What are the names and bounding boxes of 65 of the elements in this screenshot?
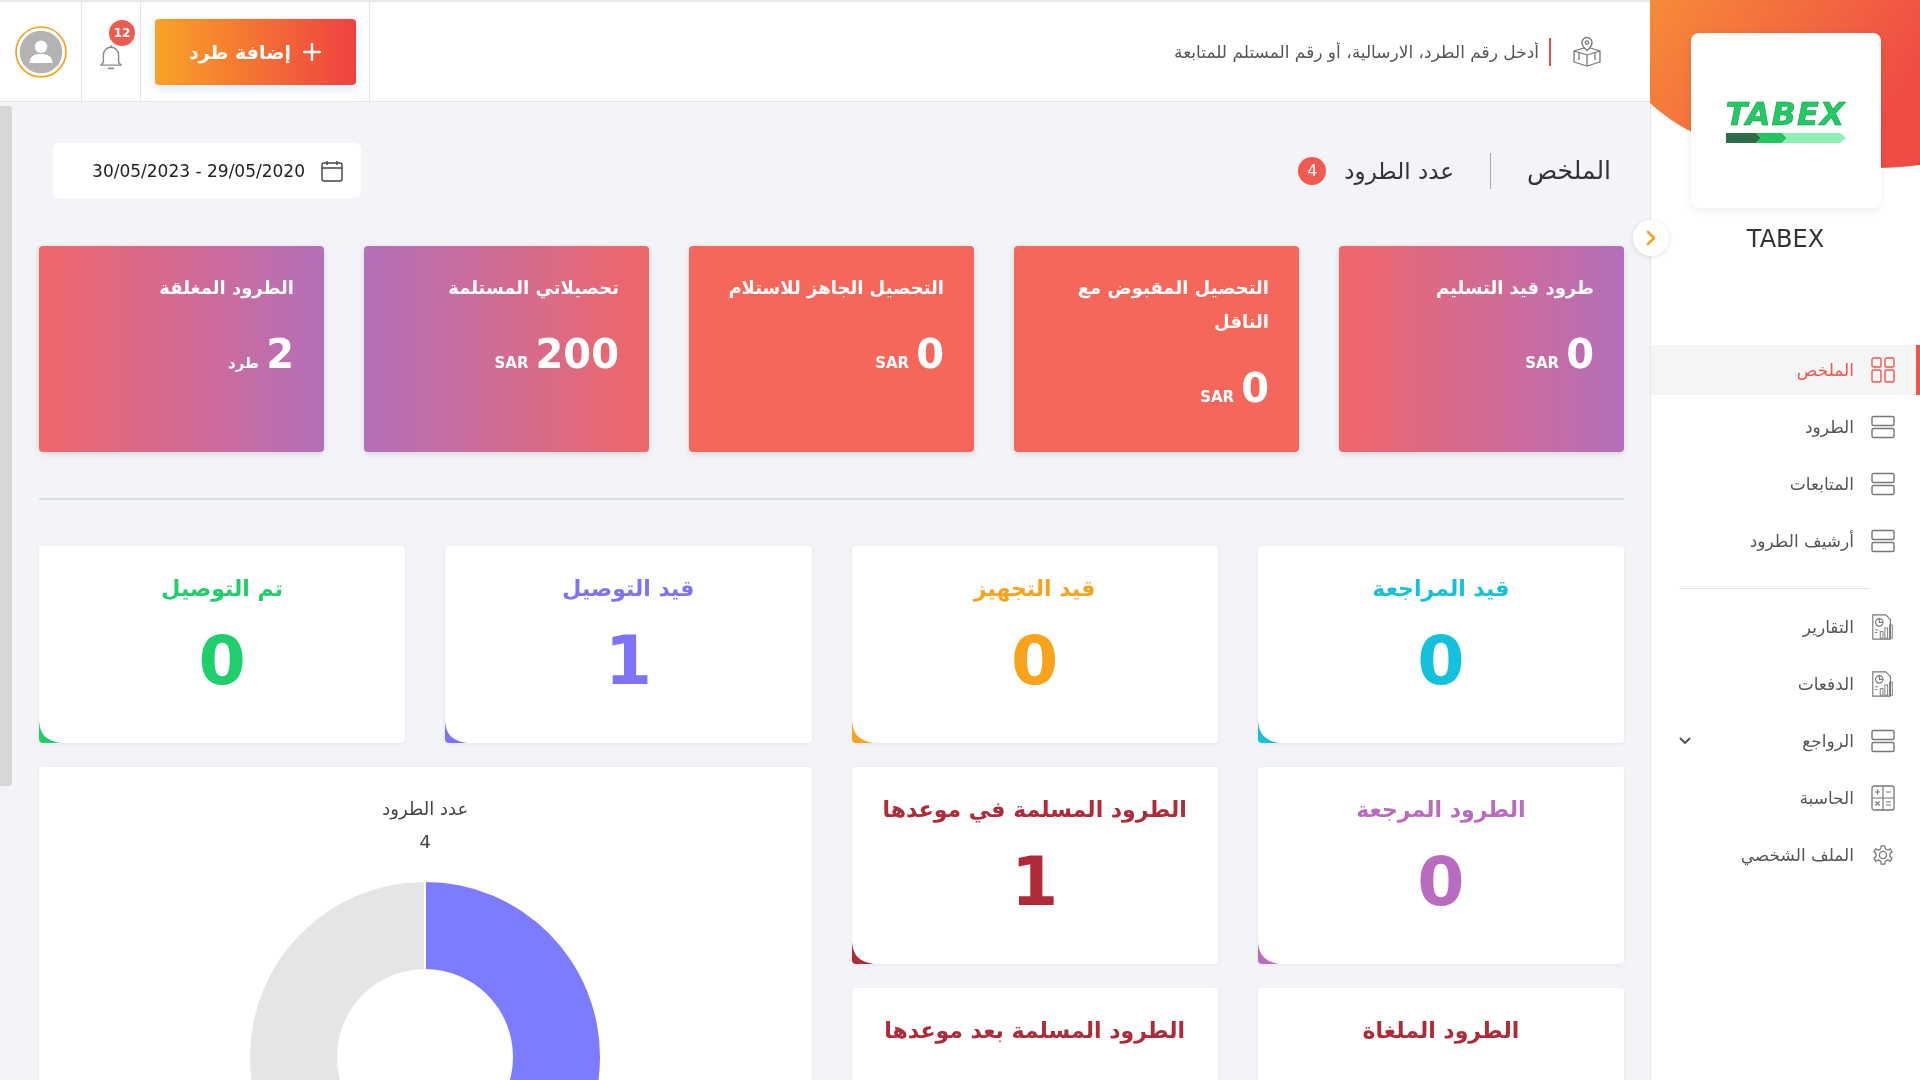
summary-card-title: الطرود المغلقة — [158, 276, 294, 301]
corner-accent-icon — [1257, 942, 1280, 964]
company-name: TABEX — [1745, 224, 1826, 254]
status-card-title: الطرود المسلمة في موعدها — [881, 797, 1188, 823]
sidebar-item[interactable]: الدفعات — [1651, 659, 1920, 709]
status-card-value: 0 — [197, 621, 247, 701]
status-card-value: 0 — [1009, 621, 1060, 701]
summary-card-unit: SAR — [1200, 387, 1235, 408]
scrollbar-thumb[interactable] — [0, 106, 12, 786]
date-range-field[interactable]: 30/05/2023 - 29/05/2020 — [53, 143, 361, 198]
logo-arrows-icon — [1725, 132, 1846, 144]
stacked-rows-icon — [1871, 528, 1895, 554]
summary-card-unit: SAR — [875, 353, 910, 374]
summary-card-value: 2 — [266, 330, 294, 378]
settings-icon — [1871, 842, 1895, 868]
sidebar-item[interactable]: الرواجع — [1651, 716, 1920, 766]
corner-accent-icon — [1257, 721, 1280, 743]
chevron-right-icon — [1646, 230, 1656, 246]
summary-card-value: 200 — [535, 330, 619, 378]
plus-icon — [303, 42, 322, 61]
stacked-rows-icon — [1871, 471, 1895, 497]
summary-card-value: 0 — [916, 330, 944, 378]
status-card-title: الطرود المرجعة — [1355, 797, 1527, 823]
status-card-value: 0 — [1416, 842, 1466, 922]
report-chart-icon — [1871, 671, 1895, 697]
stacked-rows-icon — [1871, 728, 1895, 754]
status-card-title: قيد التجهيز — [971, 576, 1097, 602]
status-card-title: قيد المراجعة — [1371, 576, 1511, 602]
summary-card-title: طرود قيد التسليم — [1434, 276, 1594, 301]
status-card-value: 0 — [1416, 621, 1466, 701]
status-card-title: الطرود الملغاة — [1361, 1018, 1521, 1044]
notification-badge: 12 — [109, 20, 135, 46]
dashboard-icon — [1871, 357, 1895, 383]
parcels-count-label: عدد الطرود — [1344, 157, 1454, 184]
calculator-icon — [1871, 785, 1895, 811]
summary-card-unit: SAR — [494, 353, 529, 374]
summary-card-unit: طرد — [228, 353, 260, 374]
box-pin-icon[interactable] — [1571, 35, 1603, 68]
logo-wordmark: TABEX — [1725, 97, 1846, 131]
summary-card-title: تحصيلاتي المستلمة — [447, 276, 619, 301]
sidebar-item[interactable]: المتابعات — [1651, 459, 1920, 509]
summary-card-value: 0 — [1566, 330, 1594, 378]
sidebar-item[interactable]: الملف الشخصي — [1651, 830, 1920, 880]
summary-card-value: 0 — [1241, 364, 1269, 412]
sidebar-item[interactable]: الطرود — [1651, 402, 1920, 452]
status-card-title: الطرود المسلمة بعد موعدها — [883, 1018, 1187, 1044]
calendar-icon — [321, 159, 343, 182]
avatar-icon[interactable] — [14, 25, 67, 78]
chart-total: 4 — [419, 830, 431, 854]
chart-title: عدد الطرود — [382, 797, 469, 821]
sidebar-item[interactable]: الحاسبة — [1651, 773, 1920, 823]
summary-card-title: التحصيل المقبوض مع الناقل — [1076, 276, 1269, 334]
sidebar-item[interactable]: أرشيف الطرود — [1651, 516, 1920, 566]
sidebar-item[interactable]: التقارير — [1651, 602, 1920, 652]
status-card-title: قيد التوصيل — [561, 576, 696, 602]
status-card-value: 1 — [603, 621, 654, 701]
summary-card-title: التحصيل الجاهز للاستلام — [727, 276, 944, 301]
sidebar-toggle-button[interactable] — [1633, 220, 1669, 256]
stacked-rows-icon — [1871, 414, 1895, 440]
report-chart-icon — [1871, 614, 1895, 640]
parcels-count-badge: 4 — [1298, 156, 1327, 185]
status-card-title: تم التوصيل — [160, 576, 284, 602]
summary-card-unit: SAR — [1525, 353, 1560, 374]
page-title: الملخص — [1526, 156, 1611, 185]
status-card-value: 1 — [1009, 842, 1060, 922]
